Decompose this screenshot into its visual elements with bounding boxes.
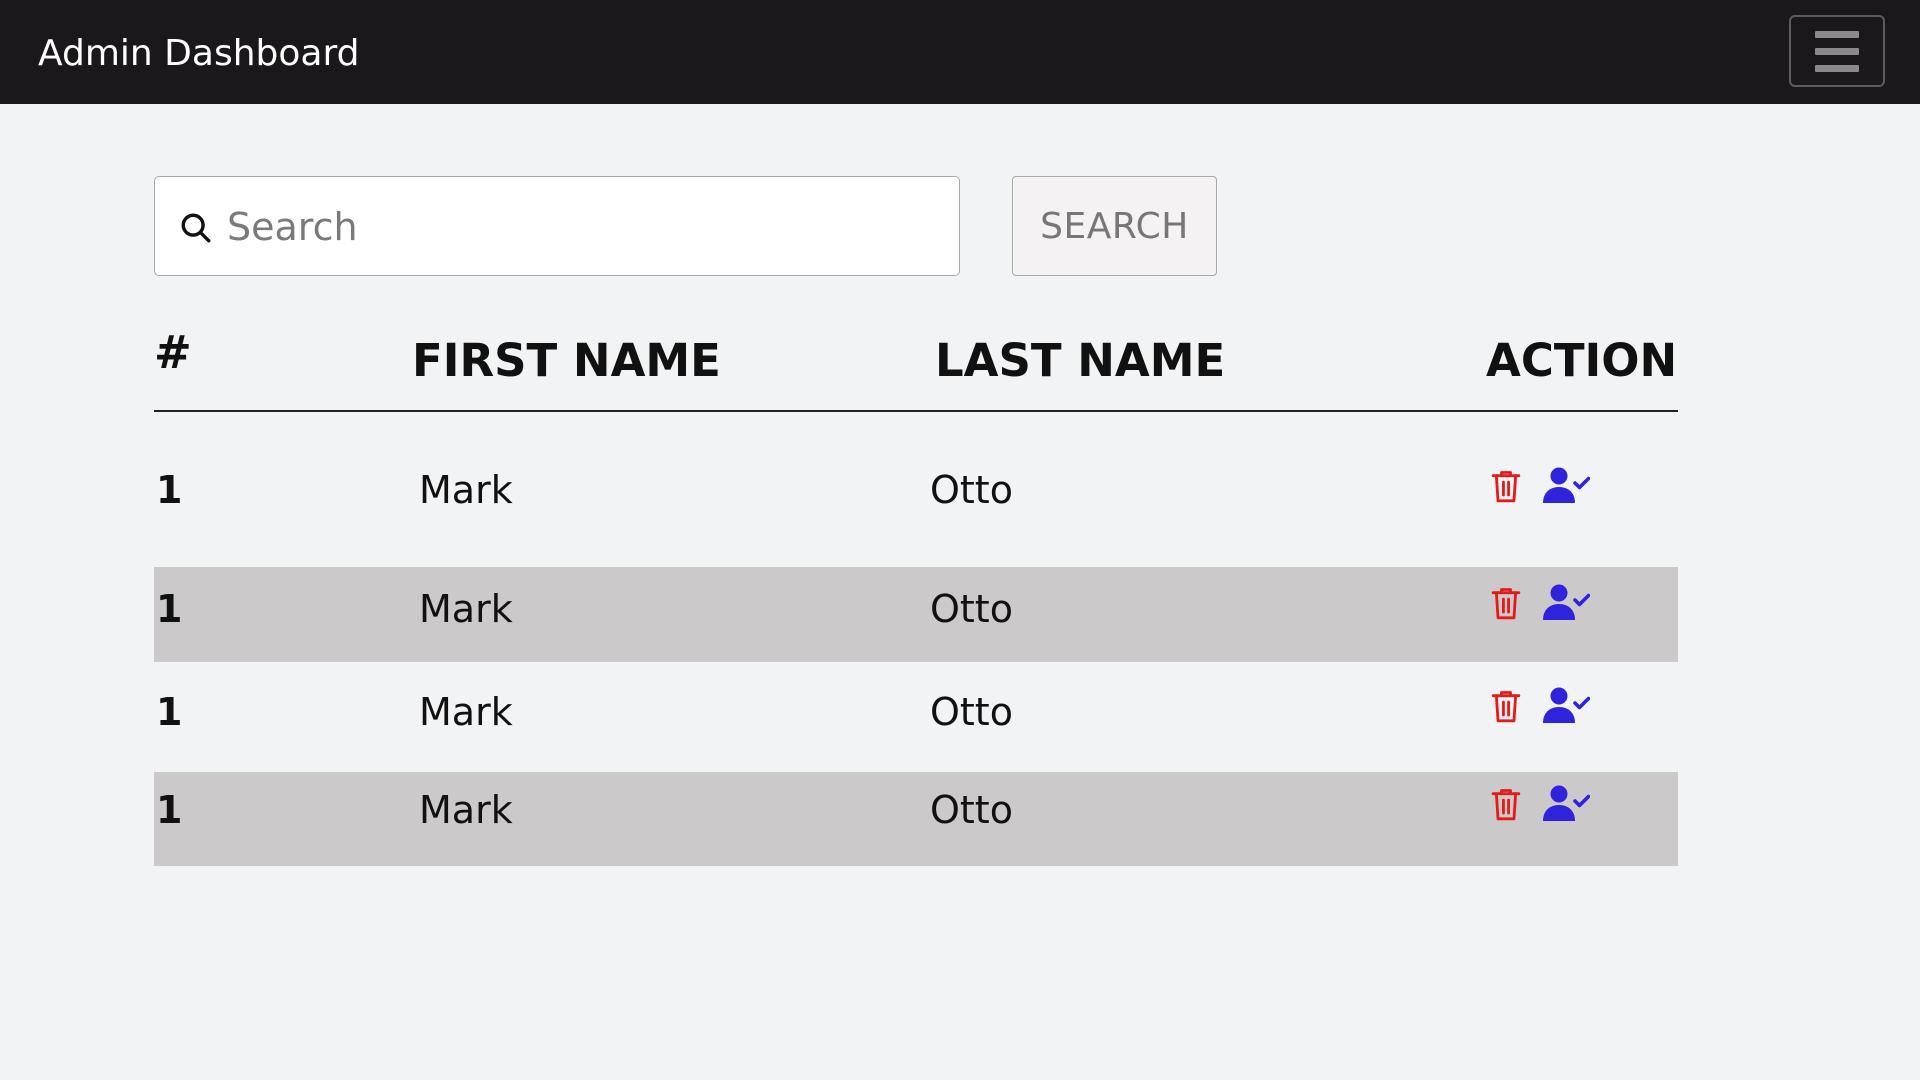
table-header: # FIRST NAME LAST NAME ACTION: [154, 320, 1678, 412]
search-button[interactable]: SEARCH: [1012, 176, 1217, 276]
last-name-cell: Otto: [930, 587, 1013, 631]
table-row: 1 Mark Otto: [154, 662, 1678, 772]
users-table: # FIRST NAME LAST NAME ACTION 1 Mark Otto 1…: [154, 320, 1678, 866]
search-field[interactable]: [154, 176, 960, 276]
trash-icon[interactable]: [1490, 786, 1522, 822]
search-input[interactable]: [227, 197, 927, 257]
search-icon: [181, 213, 211, 243]
column-header-last-name: LAST NAME: [935, 334, 1226, 387]
last-name-cell: Otto: [930, 788, 1013, 832]
user-check-icon[interactable]: [1542, 467, 1591, 505]
table-row: 1 Mark Otto: [154, 412, 1678, 567]
column-header-action: ACTION: [1486, 334, 1678, 387]
trash-icon[interactable]: [1490, 468, 1522, 504]
first-name-cell: Mark: [419, 468, 513, 512]
top-navbar: Admin Dashboard: [0, 0, 1920, 104]
column-header-first-name: FIRST NAME: [412, 334, 721, 387]
row-number: 1: [156, 468, 183, 512]
first-name-cell: Mark: [419, 587, 513, 631]
row-number: 1: [156, 690, 183, 734]
last-name-cell: Otto: [930, 690, 1013, 734]
app-title[interactable]: Admin Dashboard: [38, 32, 360, 76]
row-number: 1: [156, 788, 183, 832]
trash-icon[interactable]: [1490, 688, 1522, 724]
table-row: 1 Mark Otto: [154, 772, 1678, 866]
last-name-cell: Otto: [930, 468, 1013, 512]
first-name-cell: Mark: [419, 690, 513, 734]
menu-toggle-button[interactable]: [1789, 15, 1885, 87]
table-body: 1 Mark Otto 1 Mark Otto 1 Mark Otto 1 Mark Otto: [154, 412, 1678, 866]
user-check-icon[interactable]: [1542, 687, 1591, 725]
column-header-number: #: [154, 326, 192, 379]
user-check-icon[interactable]: [1542, 584, 1591, 622]
row-number: 1: [156, 587, 183, 631]
table-row: 1 Mark Otto: [154, 567, 1678, 662]
user-check-icon[interactable]: [1542, 785, 1591, 823]
trash-icon[interactable]: [1490, 585, 1522, 621]
first-name-cell: Mark: [419, 788, 513, 832]
